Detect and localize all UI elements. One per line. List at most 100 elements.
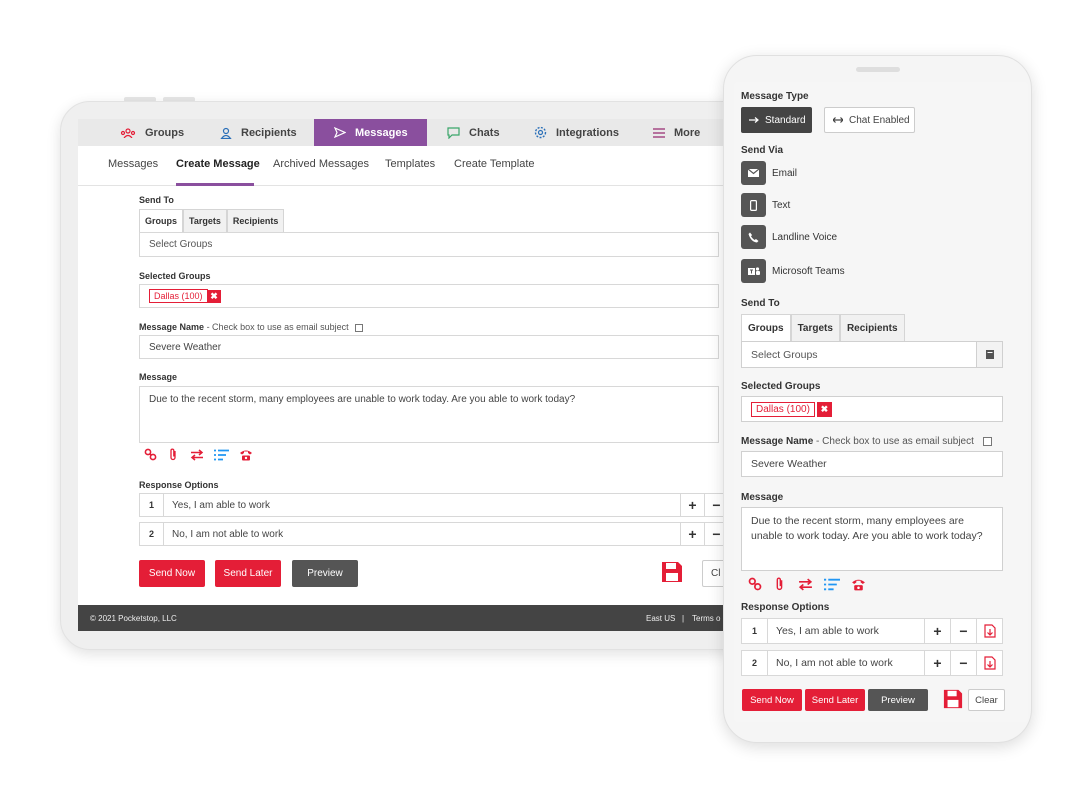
option-number: 2 [742,651,768,675]
via-label: Microsoft Teams [772,265,845,277]
transfer-icon[interactable] [190,448,204,461]
message-label: Message [741,492,784,503]
remove-chip-icon[interactable]: ✖ [207,289,221,303]
telephone-icon[interactable] [851,577,866,591]
message-type-label: Message Type [741,91,809,102]
attachment-icon[interactable] [167,448,180,461]
tab-groups[interactable]: Groups [139,209,184,232]
select-groups-input[interactable]: Select Groups [139,232,719,257]
subnav-messages[interactable]: Messages [108,158,158,170]
message-name-input[interactable]: Severe Weather [741,451,1003,477]
add-option-icon[interactable]: + [680,494,704,516]
transfer-icon[interactable] [798,578,813,591]
message-textarea[interactable]: Due to the recent storm, many employees … [741,507,1003,571]
link-icon[interactable] [748,577,762,591]
use-as-subject-checkbox[interactable] [355,323,364,332]
send-later-button[interactable]: Send Later [215,560,281,587]
region-text: East US [646,613,676,623]
option-input[interactable]: No, I am not able to work [164,523,680,545]
send-later-button[interactable]: Send Later [805,689,865,711]
option-input[interactable]: Yes, I am able to work [768,619,924,643]
nav-more[interactable]: More [641,119,721,146]
response-option-row: 2 No, I am not able to work + − [741,650,1003,676]
remove-chip-icon[interactable]: ✖ [816,401,832,417]
tab-groups[interactable]: Groups [741,314,791,341]
preview-button[interactable]: Preview [868,689,928,711]
send-now-button[interactable]: Send Now [742,689,802,711]
message-name-label-text: Message Name [139,322,205,332]
teams-icon [741,259,766,283]
chip-label: Dallas (100) [154,291,203,301]
tab-recipients[interactable]: Recipients [226,209,285,232]
media-file-icon[interactable] [976,619,1002,643]
response-options-label: Response Options [139,480,219,490]
group-chip: Dallas (100) [149,289,208,303]
tab-targets[interactable]: Targets [790,314,840,341]
response-option-row: 2 No, I am not able to work + − [139,522,729,546]
type-standard-button[interactable]: Standard [741,107,812,133]
send-via-landline[interactable]: Landline Voice [741,225,837,249]
add-option-icon[interactable]: + [680,523,704,545]
option-input[interactable]: No, I am not able to work [768,651,924,675]
user-icon [220,127,232,139]
add-option-icon[interactable]: + [924,619,950,643]
terms-link[interactable]: Terms o [692,614,720,623]
send-via-teams[interactable]: Microsoft Teams [741,259,845,283]
chat-icon [447,126,460,139]
tablet-screen: Groups Recipients Messages Chats Integra… [78,119,759,631]
nav-recipients[interactable]: Recipients [208,119,308,146]
mobile-icon [741,193,766,217]
subnav-templates[interactable]: Templates [385,158,435,170]
message-name-label: Message Name - Check box to use as email… [139,322,364,332]
option-input[interactable]: Yes, I am able to work [164,494,680,516]
option-number: 1 [140,494,164,516]
subnav-archived-messages[interactable]: Archived Messages [273,158,369,170]
phone-screen: Message Type Standard Chat Enabled Send … [734,82,1028,722]
via-label: Landline Voice [772,231,838,243]
clear-button[interactable]: Clear [968,689,1005,711]
remove-option-icon[interactable]: − [950,619,976,643]
remove-option-icon[interactable]: − [950,651,976,675]
send-via-text[interactable]: Text [741,193,790,217]
select-groups-input[interactable]: Select Groups [741,341,977,368]
attachment-icon[interactable] [773,577,787,591]
groups-icon [120,127,136,138]
nav-integrations[interactable]: Integrations [522,119,642,146]
nav-messages[interactable]: Messages [314,119,427,146]
nav-label: More [674,126,701,139]
type-chat-enabled-button[interactable]: Chat Enabled [824,107,915,133]
selected-groups-field: Dallas (100) ✖ [741,396,1003,422]
save-icon[interactable] [661,561,683,583]
message-name-label: Message Name - Check box to use as email… [741,436,992,447]
nav-chats[interactable]: Chats [435,119,515,146]
arrow-right-icon [749,117,759,123]
send-now-button[interactable]: Send Now [139,560,205,587]
message-name-input[interactable]: Severe Weather [139,335,719,359]
subnav-create-message[interactable]: Create Message [176,158,260,170]
email-icon [741,161,766,185]
use-as-subject-checkbox[interactable] [982,436,992,446]
preview-button[interactable]: Preview [292,560,358,587]
subnav-create-template[interactable]: Create Template [454,158,535,170]
message-toolbar [748,577,866,591]
tab-recipients[interactable]: Recipients [839,314,905,341]
groups-book-button[interactable] [976,341,1003,368]
save-icon[interactable] [943,689,963,709]
gear-icon [534,126,547,139]
tablet-frame: Groups Recipients Messages Chats Integra… [60,101,760,650]
tab-targets[interactable]: Targets [183,209,227,232]
send-icon [334,127,346,138]
send-via-email[interactable]: Email [741,161,797,185]
message-textarea[interactable]: Due to the recent storm, many employees … [139,386,719,443]
telephone-icon[interactable] [239,448,253,461]
media-file-icon[interactable] [976,651,1002,675]
selected-groups-label: Selected Groups [139,271,211,281]
send-to-tabs: Groups Targets Recipients [741,314,905,341]
add-option-icon[interactable]: + [924,651,950,675]
nav-groups[interactable]: Groups [108,119,203,146]
list-icon[interactable] [214,449,229,461]
nav-label: Groups [145,126,185,139]
link-icon[interactable] [144,448,157,461]
list-icon[interactable] [824,578,840,591]
message-name-label-text: Message Name [741,436,814,447]
